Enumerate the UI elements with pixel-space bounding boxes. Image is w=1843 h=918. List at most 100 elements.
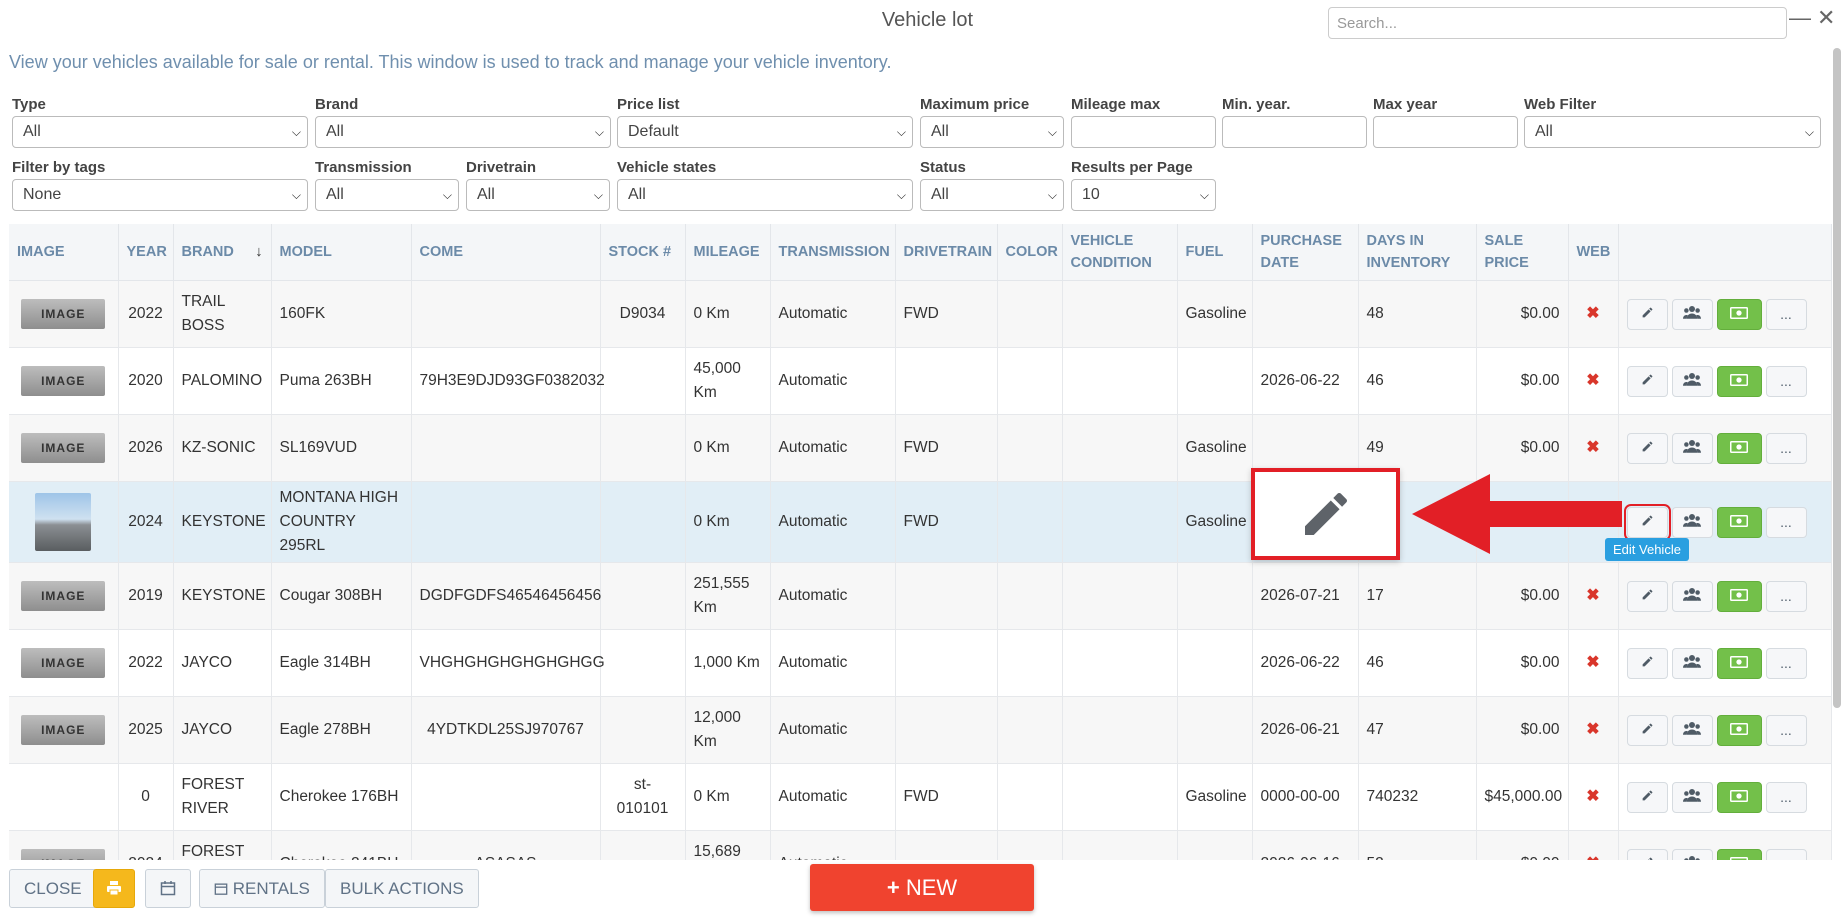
cell-image[interactable]: IMAGE: [9, 629, 119, 697]
close-icon[interactable]: ✖: [1586, 721, 1599, 738]
col-stock[interactable]: STOCK #: [600, 224, 686, 281]
cell-web[interactable]: ✖: [1568, 280, 1619, 348]
edit-vehicle-button[interactable]: [1626, 781, 1668, 813]
customers-button[interactable]: [1671, 506, 1713, 538]
vehicle-thumbnail[interactable]: IMAGE: [21, 581, 106, 611]
col-web[interactable]: WEB: [1568, 224, 1619, 281]
vertical-scrollbar[interactable]: [1833, 48, 1841, 708]
vehicle-states-select[interactable]: All ⌵: [617, 179, 913, 211]
close-icon[interactable]: ✖: [1586, 654, 1599, 671]
close-icon[interactable]: ✖: [1586, 587, 1599, 604]
sell-button[interactable]: [1716, 298, 1762, 330]
cell-web[interactable]: ✖: [1568, 347, 1619, 415]
status-select[interactable]: All ⌵: [920, 179, 1064, 211]
cell-web[interactable]: ✖: [1568, 696, 1619, 764]
more-button[interactable]: ...: [1765, 506, 1807, 538]
vehicle-thumbnail[interactable]: IMAGE: [21, 715, 106, 745]
col-mileage[interactable]: MILEAGE: [685, 224, 771, 281]
transmission-select[interactable]: All ⌵: [315, 179, 459, 211]
col-drivetrain[interactable]: DRIVETRAIN: [895, 224, 998, 281]
close-icon[interactable]: ✖: [1586, 788, 1599, 805]
sell-button[interactable]: [1716, 580, 1762, 612]
edit-vehicle-button[interactable]: [1626, 365, 1668, 397]
col-come[interactable]: COME: [411, 224, 601, 281]
cell-web[interactable]: ✖: [1568, 629, 1619, 697]
more-button[interactable]: ...: [1765, 580, 1807, 612]
cell-image[interactable]: [9, 481, 119, 563]
cell-web[interactable]: ✖: [1568, 763, 1619, 831]
vehicle-thumbnail[interactable]: IMAGE: [21, 433, 106, 463]
col-days-in-inventory[interactable]: DAYS IN INVENTORY: [1358, 224, 1477, 281]
col-fuel[interactable]: FUEL: [1177, 224, 1253, 281]
col-purchase-date[interactable]: PURCHASE DATE: [1252, 224, 1359, 281]
cell-image[interactable]: IMAGE: [9, 696, 119, 764]
edit-vehicle-button[interactable]: [1626, 580, 1668, 612]
col-sale-price[interactable]: SALE PRICE: [1476, 224, 1569, 281]
cell-image[interactable]: IMAGE: [9, 562, 119, 630]
edit-vehicle-button[interactable]: [1626, 647, 1668, 679]
calendar-button[interactable]: [145, 869, 191, 908]
customers-button[interactable]: [1671, 365, 1713, 397]
cell-web[interactable]: ✖: [1568, 562, 1619, 630]
more-button[interactable]: ...: [1765, 781, 1807, 813]
close-button[interactable]: CLOSE: [9, 869, 97, 908]
more-button[interactable]: ...: [1765, 432, 1807, 464]
edit-vehicle-button[interactable]: [1626, 298, 1668, 330]
mileage-max-input[interactable]: [1071, 116, 1216, 148]
cell-image[interactable]: [9, 763, 119, 831]
new-vehicle-button[interactable]: + NEW: [810, 864, 1034, 911]
print-button[interactable]: [93, 869, 135, 908]
per-page-select[interactable]: 10 ⌵: [1071, 179, 1216, 211]
search-input[interactable]: [1328, 7, 1787, 39]
edit-vehicle-button[interactable]: [1623, 503, 1671, 541]
tags-select[interactable]: None ⌵: [12, 179, 308, 211]
drivetrain-select[interactable]: All ⌵: [466, 179, 610, 211]
more-button[interactable]: ...: [1765, 647, 1807, 679]
cell-image[interactable]: IMAGE: [9, 414, 119, 482]
vehicle-thumbnail[interactable]: IMAGE: [21, 366, 106, 396]
col-transmission[interactable]: TRANSMISSION: [770, 224, 896, 281]
close-icon[interactable]: ✕: [1817, 6, 1835, 30]
close-icon[interactable]: ✖: [1586, 439, 1599, 456]
bulk-actions-button[interactable]: BULK ACTIONS: [325, 869, 479, 908]
sell-button[interactable]: [1716, 714, 1762, 746]
min-year-input[interactable]: [1222, 116, 1367, 148]
close-icon[interactable]: ✖: [1586, 372, 1599, 389]
more-button[interactable]: ...: [1765, 365, 1807, 397]
table-row[interactable]: IMAGE 2022 JAYCO Eagle 314BH VHGHGHGHGHGHGHG…: [9, 629, 1832, 697]
table-row[interactable]: 0 FOREST RIVER Cherokee 176BH st-010101 0 Km…: [9, 763, 1832, 831]
table-row[interactable]: IMAGE 2022 TRAIL BOSS 160FK D9034 0 Km Automat…: [9, 280, 1832, 348]
table-row[interactable]: IMAGE 2025 JAYCO Eagle 278BH 4YDTKDL25SJ9707…: [9, 696, 1832, 764]
sell-button[interactable]: [1716, 506, 1762, 538]
table-row[interactable]: IMAGE 2026 KZ-SONIC SL169VUD 0 Km Automatic FW…: [9, 414, 1832, 482]
customers-button[interactable]: [1671, 432, 1713, 464]
brand-select[interactable]: All ⌵: [315, 116, 611, 148]
more-button[interactable]: ...: [1765, 714, 1807, 746]
customers-button[interactable]: [1671, 714, 1713, 746]
col-condition[interactable]: VEHICLE CONDITION: [1062, 224, 1178, 281]
max-price-select[interactable]: All ⌵: [920, 116, 1064, 148]
cell-image[interactable]: IMAGE: [9, 280, 119, 348]
cell-web[interactable]: ✖: [1568, 414, 1619, 482]
table-row[interactable]: IMAGE 2020 PALOMINO Puma 263BH 79H3E9DJD93GF…: [9, 347, 1832, 415]
col-color[interactable]: COLOR: [997, 224, 1063, 281]
close-icon[interactable]: ✖: [1586, 305, 1599, 322]
customers-button[interactable]: [1671, 580, 1713, 612]
edit-vehicle-button[interactable]: [1626, 714, 1668, 746]
edit-vehicle-button[interactable]: [1626, 432, 1668, 464]
vehicle-thumbnail[interactable]: IMAGE: [21, 648, 106, 678]
col-year[interactable]: YEAR: [118, 224, 174, 281]
sell-button[interactable]: [1716, 432, 1762, 464]
col-model[interactable]: MODEL: [271, 224, 412, 281]
customers-button[interactable]: [1671, 298, 1713, 330]
vehicle-photo[interactable]: [35, 493, 92, 551]
minimize-icon[interactable]: —: [1789, 6, 1811, 30]
sell-button[interactable]: [1716, 647, 1762, 679]
customers-button[interactable]: [1671, 647, 1713, 679]
cell-image[interactable]: IMAGE: [9, 347, 119, 415]
more-button[interactable]: ...: [1765, 298, 1807, 330]
sell-button[interactable]: [1716, 781, 1762, 813]
col-brand[interactable]: BRAND ↓: [173, 224, 272, 281]
col-image[interactable]: IMAGE: [9, 224, 119, 281]
rentals-button[interactable]: RENTALS: [199, 869, 325, 908]
